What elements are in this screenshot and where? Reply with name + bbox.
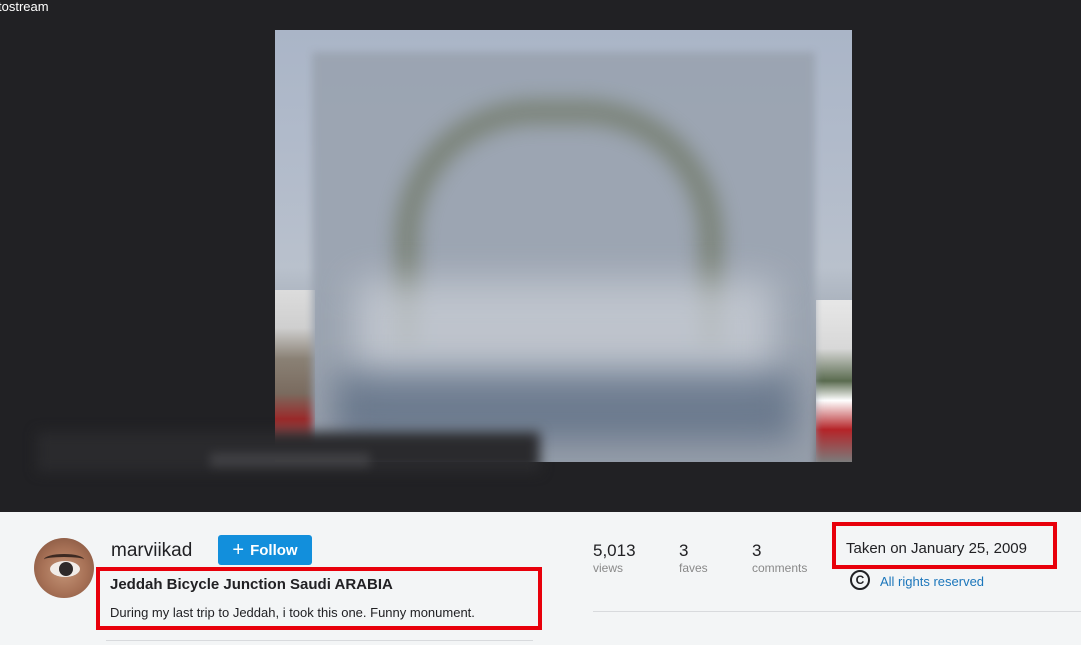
follow-button[interactable]: + Follow bbox=[218, 535, 312, 565]
divider bbox=[593, 611, 1081, 612]
blurred-cars bbox=[335, 370, 795, 440]
owner-username[interactable]: marviikad bbox=[111, 540, 192, 562]
faves-label: faves bbox=[679, 561, 708, 575]
license-link[interactable]: All rights reserved bbox=[880, 574, 984, 589]
date-highlight-box bbox=[832, 522, 1057, 569]
back-to-photostream-link[interactable]: tostream bbox=[0, 0, 49, 14]
avatar-eyebrow bbox=[44, 554, 84, 565]
title-highlight-box bbox=[96, 567, 542, 630]
photo-viewer: tostream bbox=[0, 0, 1081, 512]
comments-label: comments bbox=[752, 561, 808, 575]
comments-count: 3 bbox=[752, 541, 762, 560]
views-count: 5,013 bbox=[593, 541, 636, 560]
divider bbox=[106, 640, 533, 641]
copyright-icon: C bbox=[850, 570, 870, 590]
plus-icon: + bbox=[232, 539, 245, 561]
avatar[interactable] bbox=[34, 538, 94, 598]
views-label: views bbox=[593, 561, 624, 575]
blurred-text bbox=[210, 453, 370, 467]
follow-label: Follow bbox=[250, 541, 298, 559]
photo-right-edge bbox=[816, 300, 852, 462]
main-photo[interactable] bbox=[275, 30, 852, 462]
faves-count: 3 bbox=[679, 541, 689, 560]
